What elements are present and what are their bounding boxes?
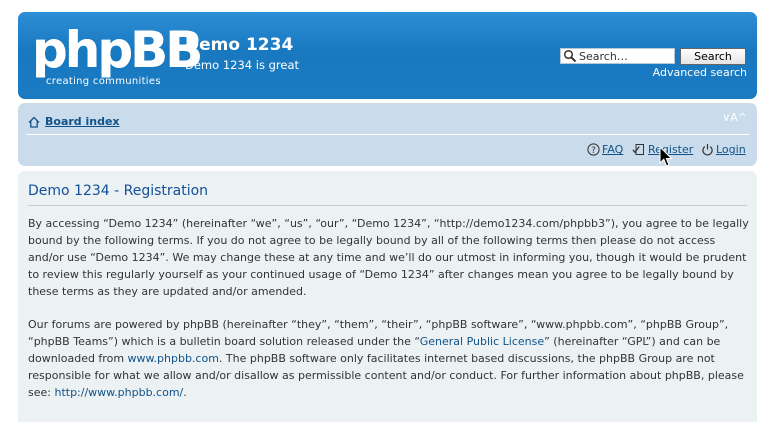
title-divider (28, 205, 747, 206)
font-size-change-icon[interactable]: ∨A^ (722, 111, 747, 124)
search-icon (563, 49, 577, 63)
faq-link[interactable]: FAQ (602, 143, 623, 156)
terms-text: . (183, 386, 187, 399)
logo-tagline: creating communities (46, 76, 161, 87)
page-title: Demo 1234 - Registration (28, 183, 209, 199)
site-header: phpBB creating communities Demo 1234 Dem… (18, 12, 757, 99)
register-icon (632, 144, 644, 155)
terms-paragraph-1: By accessing “Demo 1234” (hereinafter “w… (28, 217, 749, 298)
content-panel: Demo 1234 - Registration By accessing “D… (18, 171, 757, 422)
gpl-link[interactable]: General Public License (420, 335, 544, 348)
phpbb-logo[interactable]: phpBB creating communities (32, 24, 203, 92)
site-description: Demo 1234 is great (185, 58, 299, 72)
faq-icon: ? (587, 143, 600, 156)
search-field[interactable] (560, 48, 675, 64)
search-button[interactable]: Search (680, 48, 746, 65)
site-title: Demo 1234 (185, 35, 294, 55)
navbar-divider (26, 134, 749, 135)
breadcrumb-board-index[interactable]: Board index (45, 115, 120, 128)
svg-text:?: ? (591, 146, 596, 156)
advanced-search-link[interactable]: Advanced search (653, 66, 747, 79)
logo-wordmark: phpBB (32, 21, 203, 79)
home-icon (28, 116, 40, 128)
login-icon (702, 144, 713, 156)
login-link[interactable]: Login (716, 143, 746, 156)
phpbb-url-link[interactable]: http://www.phpbb.com/ (54, 386, 183, 399)
mouse-pointer-icon (659, 146, 673, 167)
terms-paragraph-2: Our forums are powered by phpBB (hereina… (28, 316, 750, 401)
search-input[interactable] (577, 49, 674, 63)
navbar: Board index ∨A^ ? FAQ Register Login (18, 103, 757, 166)
phpbb-website-link[interactable]: www.phpbb.com (128, 352, 219, 365)
